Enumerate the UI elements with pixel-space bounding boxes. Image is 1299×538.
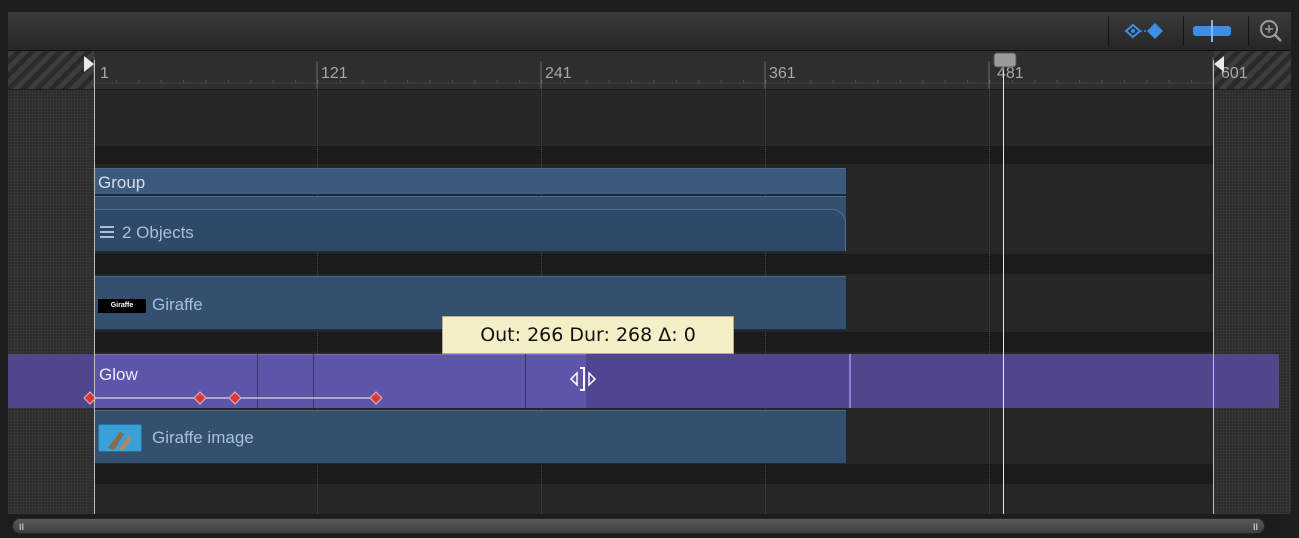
glow-clip-extended-area bbox=[586, 354, 850, 408]
toolbar-separator bbox=[1248, 16, 1249, 46]
giraffe-image-clip[interactable]: Giraffe image bbox=[94, 410, 846, 464]
playhead-handle[interactable] bbox=[992, 51, 1018, 71]
horizontal-scrollbar[interactable]: II II bbox=[8, 514, 1279, 538]
segment-divider bbox=[525, 354, 526, 408]
out-of-range-right bbox=[1214, 90, 1291, 514]
play-range-out-line bbox=[1213, 60, 1214, 514]
zoom-icon bbox=[1260, 20, 1282, 42]
keyframe-marker[interactable] bbox=[228, 391, 242, 405]
snapping-button[interactable] bbox=[1186, 12, 1248, 50]
ruler-label-241: 241 bbox=[545, 65, 572, 82]
group-objects-label: 2 Objects bbox=[122, 223, 194, 242]
keyframe-curve bbox=[83, 391, 383, 405]
scrollbar-thumb[interactable]: II II bbox=[12, 518, 1265, 534]
snapping-icon bbox=[1193, 20, 1231, 42]
group-clip-header[interactable]: Group bbox=[94, 168, 846, 195]
scroll-grip-left-icon[interactable]: II bbox=[19, 522, 24, 532]
track-separator bbox=[94, 146, 1214, 164]
toolbar-separator bbox=[1183, 16, 1184, 46]
trim-out-cursor-icon bbox=[569, 367, 597, 391]
giraffe-text-thumbnail: Giraffe bbox=[98, 299, 146, 313]
scroll-grip-right-icon[interactable]: II bbox=[1253, 522, 1258, 532]
track-separator bbox=[94, 254, 1214, 274]
keyframe-marker[interactable] bbox=[193, 391, 207, 405]
show-keyframes-button[interactable] bbox=[1113, 12, 1183, 50]
ruler-ticks bbox=[93, 57, 1215, 89]
track-separator bbox=[94, 464, 1214, 484]
ruler-label-1: 1 bbox=[100, 65, 109, 82]
giraffe-image-thumbnail bbox=[98, 424, 142, 452]
ruler-label-121: 121 bbox=[321, 65, 348, 82]
hamburger-icon bbox=[100, 226, 114, 238]
glow-clip-end-edge[interactable] bbox=[849, 354, 851, 408]
play-range-out-marker[interactable] bbox=[1212, 54, 1226, 76]
trim-info-tooltip: Out: 266 Dur: 268 Δ: 0 bbox=[442, 316, 734, 354]
timeline-ruler[interactable]: 1 121 241 361 481 601 bbox=[8, 51, 1291, 90]
group-objects-body bbox=[94, 209, 846, 251]
glow-label: Glow bbox=[99, 365, 138, 384]
keyframe-marker[interactable] bbox=[369, 391, 383, 405]
group-objects-clip[interactable]: 2 Objects bbox=[94, 196, 846, 252]
giraffe-label: Giraffe bbox=[152, 295, 203, 314]
gridline bbox=[989, 90, 990, 514]
toolbar-separator bbox=[1108, 16, 1109, 46]
keyframe-diamonds-icon bbox=[1124, 23, 1163, 39]
timeline-toolbar bbox=[8, 12, 1291, 51]
zoom-button[interactable] bbox=[1252, 12, 1291, 50]
giraffe-image-label: Giraffe image bbox=[152, 428, 254, 447]
playhead-line[interactable] bbox=[1003, 70, 1004, 514]
ruler-label-361: 361 bbox=[769, 65, 796, 82]
out-of-range-left bbox=[8, 90, 94, 514]
group-label: Group bbox=[98, 173, 146, 192]
play-range-in-line bbox=[94, 60, 95, 514]
